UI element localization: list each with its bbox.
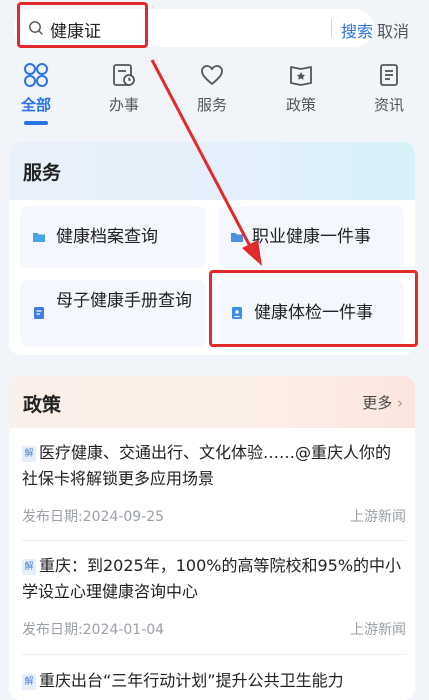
chevron-right-icon: › [397,394,403,412]
folder-icon [33,233,45,242]
more-label: 更多 [362,394,393,412]
tab-services[interactable]: 服务 [182,62,242,115]
news-title: 解医疗健康、交通出行、文化体验……@重庆人你的社保卡将解锁更多应用场景 [22,440,406,492]
tab-all[interactable]: 全部 [6,62,66,115]
services-header [9,142,415,200]
tab-policy[interactable]: 政策 [271,62,331,115]
service-label: 母子健康手册查询 [56,291,192,311]
interpretation-tag: 解 [22,674,36,690]
book-star-icon [290,66,312,86]
tab-news[interactable]: 资讯 [359,62,419,115]
cancel-button[interactable]: 取消 [377,18,409,42]
tab-affairs[interactable]: 办事 [94,62,154,115]
annotation-highlight-checkup [209,270,418,347]
folder-icon [231,233,243,242]
news-date: 发布日期:2024-01-04 [22,622,165,638]
notebook-icon [34,307,44,319]
more-link[interactable]: 更多 › [362,392,403,413]
divider [22,654,406,655]
heart-icon [201,65,223,86]
tab-all-label: 全部 [20,96,51,114]
news-date: 发布日期:2024-09-25 [22,509,165,525]
interpretation-tag: 解 [22,446,36,462]
news-title: 解重庆：到2025年，100%的高等院校和95%的中小学设立心理健康咨询中心 [22,553,406,605]
policy-card: 政策 更多 › 解医疗健康、交通出行、文化体验……@重庆人你的社保卡将解锁更多应… [9,376,415,700]
search-divider [331,19,332,37]
services-title: 服务 [23,162,62,184]
news-title-text: 重庆出台“三年行动计划”提升公共卫生能力 [39,671,344,690]
document-icon [380,64,398,86]
search-button[interactable]: 搜索 [341,18,373,42]
tab-affairs-label: 办事 [108,96,139,114]
annotation-highlight-search [17,2,148,48]
tab-services-label: 服务 [196,96,227,114]
news-title-text: 医疗健康、交通出行、文化体验……@重庆人你的社保卡将解锁更多应用场景 [22,443,392,488]
tab-policy-label: 政策 [285,96,316,114]
active-tab-indicator [24,121,48,125]
news-item[interactable]: 解重庆：到2025年，100%的高等院校和95%的中小学设立心理健康咨询中心 发… [22,553,406,638]
clipboard-clock-icon [113,64,135,86]
news-meta: 发布日期:2024-09-25 上游新闻 [22,506,406,525]
divider [22,540,406,541]
service-mother-child-handbook[interactable]: 母子健康手册查询 [20,280,206,347]
news-title: 解重庆出台“三年行动计划”提升公共卫生能力 [22,668,406,694]
news-item[interactable]: 解医疗健康、交通出行、文化体验……@重庆人你的社保卡将解锁更多应用场景 发布日期… [22,440,406,525]
news-source: 上游新闻 [350,509,406,525]
service-health-record-query[interactable]: 健康档案查询 [20,206,206,268]
news-meta: 发布日期:2024-01-04 上游新闻 [22,619,406,638]
interpretation-tag: 解 [22,559,36,575]
policy-header [9,376,415,428]
grid-icon [24,63,48,87]
tab-news-label: 资讯 [373,96,404,114]
news-title-text: 重庆：到2025年，100%的高等院校和95%的中小学设立心理健康咨询中心 [22,556,402,601]
category-tabs: 全部 办事 服务 政策 资讯 [0,58,429,132]
news-source: 上游新闻 [350,622,406,638]
service-label: 职业健康一件事 [252,227,371,247]
service-label: 健康档案查询 [56,227,158,247]
service-occupational-health[interactable]: 职业健康一件事 [218,206,404,268]
policy-title: 政策 [23,394,62,416]
news-item[interactable]: 解重庆出台“三年行动计划”提升公共卫生能力 [22,668,406,694]
